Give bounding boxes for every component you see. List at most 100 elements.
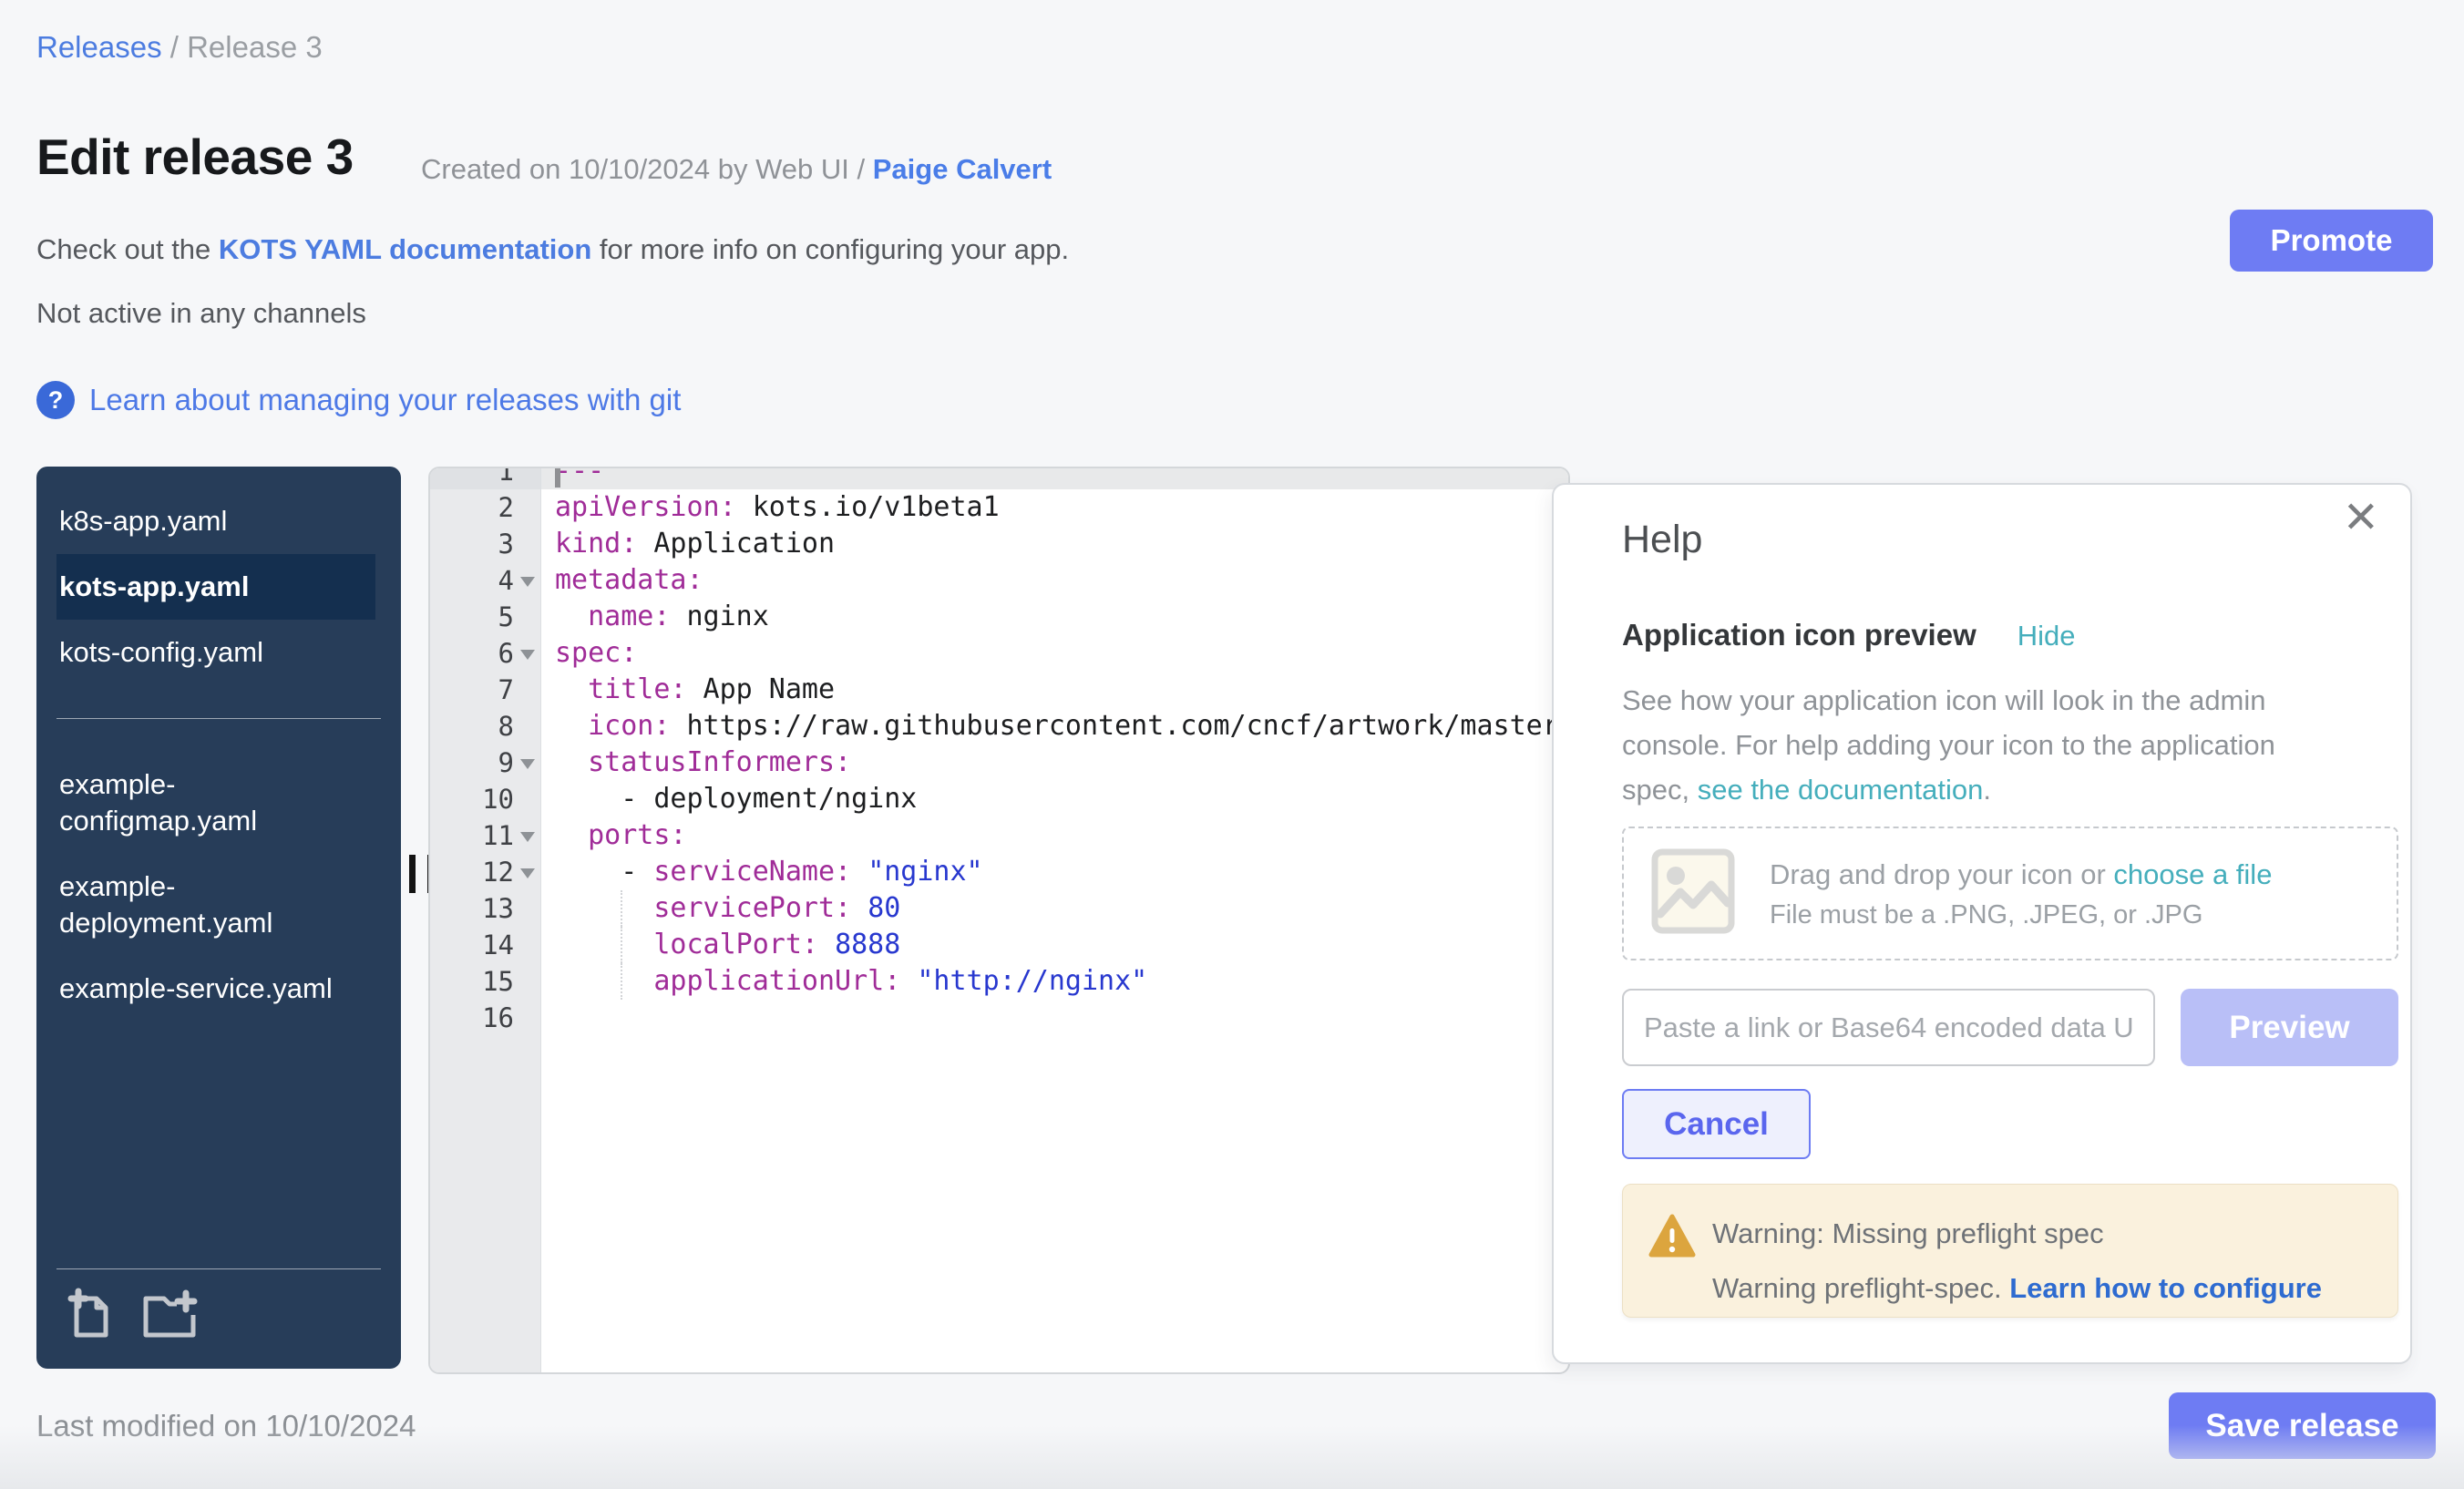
docs-prefix: Check out the	[36, 233, 219, 265]
warning-detail-text: Warning preflight-spec.	[1712, 1272, 2009, 1304]
line-number: 5	[430, 599, 514, 635]
editor-line-13[interactable]: 13 servicePort: 80	[430, 890, 1568, 927]
icon-dropzone[interactable]: Drag and drop your icon or choose a file…	[1622, 827, 2398, 960]
icon-url-input[interactable]	[1622, 989, 2155, 1066]
code-text: applicationUrl: "http://nginx"	[541, 963, 1568, 1000]
code-text: name: nginx	[541, 599, 1568, 635]
git-help-link[interactable]: Learn about managing your releases with …	[89, 383, 681, 417]
editor-line-1[interactable]: 1---	[430, 467, 1568, 489]
line-number: 7	[430, 672, 514, 708]
editor-line-14[interactable]: 14 localPort: 8888	[430, 927, 1568, 963]
sidebar-footer	[56, 1268, 381, 1345]
docs-line: Check out the KOTS YAML documentation fo…	[36, 233, 1069, 266]
code-text: kind: Application	[541, 526, 1568, 562]
editor-line-5[interactable]: 5 name: nginx	[430, 599, 1568, 635]
code-text: - deployment/nginx	[541, 781, 1568, 817]
line-number: 1	[430, 467, 540, 489]
editor-lines: 1---2 apiVersion: kots.io/v1beta1 3 kind: A…	[430, 467, 1568, 1036]
file-list: k8s-app.yamlkots-app.yamlkots-config.yam…	[36, 488, 401, 1022]
breadcrumb-separator: /	[162, 30, 188, 64]
line-number: 8	[430, 708, 514, 744]
sidebar-file-example-configmap.yaml[interactable]: example-configmap.yaml	[36, 752, 401, 854]
line-number: 6	[430, 635, 514, 672]
editor-line-12[interactable]: 12 - serviceName: "nginx"	[430, 854, 1568, 890]
new-folder-icon[interactable]	[140, 1288, 200, 1345]
breadcrumb-current: Release 3	[187, 30, 323, 64]
line-number: 12	[430, 854, 514, 890]
code-text: metadata:	[541, 562, 1568, 599]
cancel-button[interactable]: Cancel	[1622, 1089, 1811, 1159]
editor-line-10[interactable]: 10 - deployment/nginx	[430, 781, 1568, 817]
line-number: 3	[430, 526, 514, 562]
help-panel: ✕ Help Application icon preview Hide See…	[1552, 483, 2412, 1364]
help-panel-title: Help	[1622, 518, 1702, 562]
promote-button[interactable]: Promote	[2230, 210, 2433, 272]
icon-url-row: Preview	[1622, 989, 2398, 1066]
sidebar-divider	[56, 718, 381, 719]
code-text	[541, 1000, 1568, 1036]
indent-guide	[621, 890, 622, 927]
editor-line-9[interactable]: 9 statusInformers:	[430, 744, 1568, 781]
close-icon[interactable]: ✕	[2343, 492, 2379, 543]
editor-line-2[interactable]: 2 apiVersion: kots.io/v1beta1	[430, 489, 1568, 526]
icon-preview-section-header: Application icon preview Hide	[1622, 618, 2076, 652]
resize-bar	[409, 855, 416, 893]
fold-arrow-icon[interactable]	[520, 832, 535, 842]
editor-line-3[interactable]: 3 kind: Application	[430, 526, 1568, 562]
warning-message: Warning: Missing preflight spec	[1712, 1217, 2104, 1250]
code-text: ports:	[541, 817, 1568, 854]
indent-guide	[621, 927, 622, 963]
see-documentation-link[interactable]: see the documentation	[1698, 774, 1984, 806]
last-modified-text: Last modified on 10/10/2024	[36, 1409, 416, 1443]
save-release-button[interactable]: Save release	[2169, 1392, 2436, 1459]
fold-arrow-icon[interactable]	[520, 650, 535, 660]
code-text: servicePort: 80	[541, 890, 1568, 927]
warning-icon	[1648, 1214, 1696, 1264]
editor-line-8[interactable]: 8 icon: https://raw.githubusercontent.co…	[430, 708, 1568, 744]
sidebar-file-example-service.yaml[interactable]: example-service.yaml	[36, 956, 401, 1022]
learn-how-to-configure-link[interactable]: Learn how to configure	[2009, 1272, 2322, 1304]
editor-line-16[interactable]: 16	[430, 1000, 1568, 1036]
new-file-icon[interactable]	[67, 1288, 117, 1345]
editor-line-7[interactable]: 7 title: App Name	[430, 672, 1568, 708]
line-number: 2	[430, 489, 514, 526]
sidebar-file-kots-app.yaml[interactable]: kots-app.yaml	[56, 554, 375, 620]
created-line: Created on 10/10/2024 by Web UI / Paige …	[421, 153, 1052, 186]
choose-file-link[interactable]: choose a file	[2113, 858, 2272, 890]
icon-preview-title: Application icon preview	[1622, 618, 1976, 652]
breadcrumb-releases-link[interactable]: Releases	[36, 30, 162, 64]
fold-arrow-icon[interactable]	[520, 868, 535, 878]
dropzone-hint: File must be a .PNG, .JPEG, or .JPG	[1770, 896, 2272, 934]
help-question-icon: ?	[36, 381, 75, 419]
line-number: 15	[430, 963, 514, 1000]
editor-line-11[interactable]: 11 ports:	[430, 817, 1568, 854]
warning-detail: Warning preflight-spec. Learn how to con…	[1712, 1272, 2322, 1305]
code-text: title: App Name	[541, 672, 1568, 708]
file-tree-sidebar: k8s-app.yamlkots-app.yamlkots-config.yam…	[36, 467, 401, 1369]
code-text: apiVersion: kots.io/v1beta1	[541, 489, 1568, 526]
created-by-link[interactable]: Paige Calvert	[873, 153, 1052, 185]
sidebar-file-k8s-app.yaml[interactable]: k8s-app.yaml	[36, 488, 401, 554]
hide-link[interactable]: Hide	[2017, 620, 2076, 652]
fold-arrow-icon[interactable]	[520, 759, 535, 769]
description-suffix: .	[1983, 774, 1991, 806]
yaml-code-editor[interactable]: 1---2 apiVersion: kots.io/v1beta1 3 kind: A…	[428, 467, 1570, 1374]
dropzone-text: Drag and drop your icon or choose a file…	[1770, 854, 2272, 934]
line-number: 9	[430, 744, 514, 781]
line-number: 16	[430, 1000, 514, 1036]
icon-preview-description: See how your application icon will look …	[1622, 678, 2342, 812]
page-title: Edit release 3	[36, 128, 354, 186]
editor-line-6[interactable]: 6 spec:	[430, 635, 1568, 672]
code-text: spec:	[541, 635, 1568, 672]
indent-guide	[621, 963, 622, 1000]
preview-button[interactable]: Preview	[2181, 989, 2398, 1066]
sidebar-file-kots-config.yaml[interactable]: kots-config.yaml	[36, 620, 401, 685]
kots-yaml-docs-link[interactable]: KOTS YAML documentation	[219, 233, 591, 265]
editor-line-15[interactable]: 15 applicationUrl: "http://nginx"	[430, 963, 1568, 1000]
fold-arrow-icon[interactable]	[520, 577, 535, 587]
line-number: 11	[430, 817, 514, 854]
editor-line-4[interactable]: 4metadata:	[430, 562, 1568, 599]
git-help-row: ? Learn about managing your releases wit…	[36, 381, 681, 419]
line-number: 10	[430, 781, 514, 817]
sidebar-file-example-deployment.yaml[interactable]: example-deployment.yaml	[36, 854, 401, 956]
